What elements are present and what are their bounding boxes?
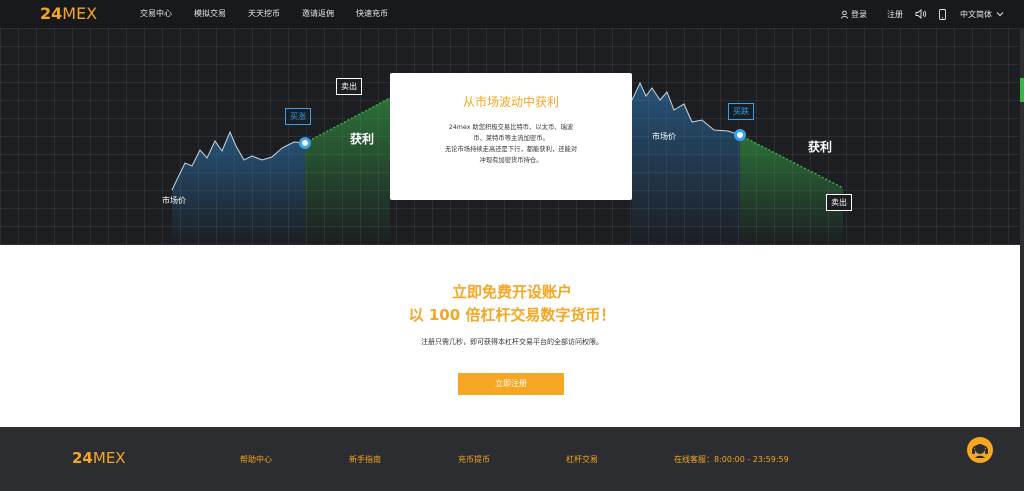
info-card: 从市场波动中获利 24mex 助您积极交易比特币、以太币、瑞波 币、莱特币等主流…: [390, 73, 632, 200]
top-header: 24 MEX 交易中心 模拟交易 天天挖币 邀请返佣 快速充币 登录 注册 中文…: [0, 0, 1024, 28]
mobile-app-link[interactable]: [939, 8, 946, 20]
footer-link-deposit-withdraw[interactable]: 充币提币: [458, 454, 490, 465]
login-link[interactable]: 登录: [840, 9, 867, 20]
hero-banner: 买涨 卖出 买跌 卖出 市场价 市场价 获利 获利 从市场波动中获利 24mex…: [0, 28, 1024, 245]
signup-section: 立即免费开设账户 以 100 倍杠杆交易数字货币！ 注册只需几秒，即可获得本杠杆…: [0, 245, 1024, 427]
card-title: 从市场波动中获利: [462, 95, 559, 109]
nav-invite-rebate[interactable]: 邀请返佣: [302, 0, 334, 28]
card-line: 币、莱特币等主流加密币。: [473, 135, 549, 142]
login-label: 登录: [851, 9, 867, 19]
customer-service-icon[interactable]: [966, 436, 994, 464]
nav-trading-center[interactable]: 交易中心: [140, 0, 172, 28]
footer-link-help-center[interactable]: 帮助中心: [240, 454, 272, 465]
signup-title-2: 以 100 倍杠杆交易数字货币！: [408, 306, 616, 324]
market-price-label-left: 市场价: [162, 196, 186, 205]
user-icon: [840, 10, 849, 19]
scrollbar[interactable]: [1020, 28, 1024, 491]
nav-demo-trading[interactable]: 模拟交易: [194, 0, 226, 28]
logo-number: 24: [40, 4, 63, 23]
scrollbar-thumb[interactable]: [1020, 78, 1024, 102]
nav-daily-mining[interactable]: 天天挖币: [248, 0, 280, 28]
sound-toggle[interactable]: [915, 9, 927, 19]
chevron-down-icon: [996, 12, 1004, 17]
card-line: 冲现有加密货币持仓。: [479, 157, 543, 164]
speaker-icon: [915, 9, 927, 19]
card-line: 24mex 助您积极交易比特币、以太币、瑞波: [448, 124, 574, 131]
language-select[interactable]: 中文简体: [960, 9, 1004, 20]
signup-description: 注册只需几秒，即可获得本杠杆交易平台的全部访问权限。: [421, 338, 603, 346]
market-price-label-right: 市场价: [652, 132, 676, 141]
sell-tag-bottom: 卖出: [826, 194, 852, 211]
footer: 24 MEX 帮助中心 新手指南 充币提币 杠杆交易 在线客服：8:00:00 …: [0, 427, 1024, 491]
profit-label-right: 获利: [808, 140, 833, 154]
nav-quick-deposit[interactable]: 快速充币: [356, 0, 388, 28]
logo-text: MEX: [62, 4, 98, 23]
register-link[interactable]: 注册: [887, 9, 903, 20]
footer-logo[interactable]: 24 MEX: [72, 449, 126, 467]
service-hours: 在线客服：8:00:00 - 23:59:59: [674, 455, 789, 464]
footer-logo-number: 24: [72, 449, 93, 467]
buy-short-tag: 买跌: [728, 103, 754, 120]
footer-link-leverage-trading[interactable]: 杠杆交易: [566, 454, 598, 465]
footer-link-beginner-guide[interactable]: 新手指南: [349, 454, 381, 465]
footer-logo-text: MEX: [92, 449, 126, 467]
main-nav: 交易中心 模拟交易 天天挖币 邀请返佣 快速充币: [140, 0, 410, 28]
card-description: 24mex 助您积极交易比特币、以太币、瑞波 币、莱特币等主流加密币。 无论市场…: [422, 122, 600, 166]
language-label: 中文简体: [960, 9, 992, 19]
sell-tag-top: 卖出: [336, 78, 362, 95]
buy-long-tag: 买涨: [285, 108, 311, 125]
signup-title-1: 立即免费开设账户: [451, 283, 572, 301]
left-price-area: [172, 132, 305, 245]
logo[interactable]: 24 MEX: [40, 4, 97, 24]
header-actions: 登录 注册 中文简体: [828, 0, 1004, 28]
mobile-icon: [939, 8, 946, 20]
register-label: 注册: [887, 9, 903, 19]
profit-label-left: 获利: [350, 132, 375, 146]
register-now-button[interactable]: 立即注册: [458, 373, 564, 395]
card-line: 无论市场持续走高还是下行，都能获利，还能对: [444, 146, 578, 153]
